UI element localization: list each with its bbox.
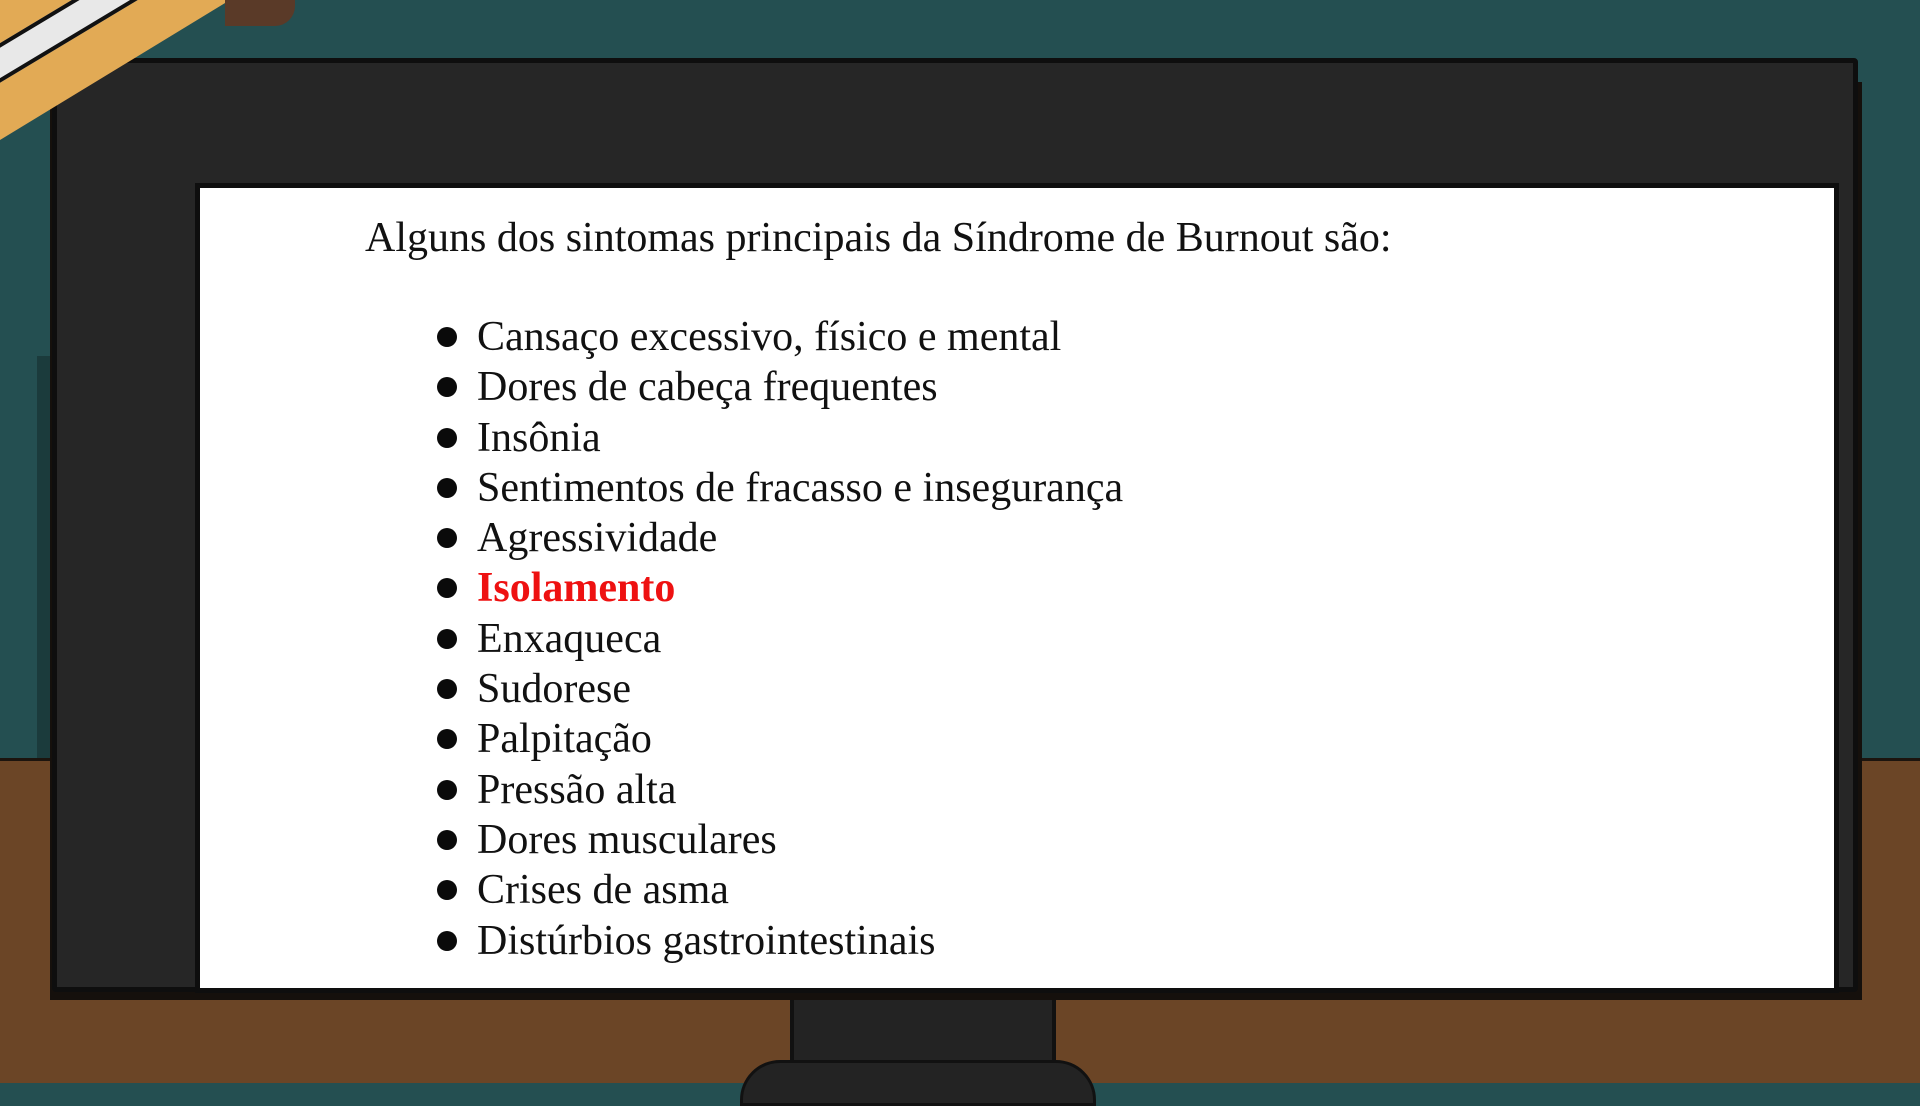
bullet-icon — [437, 528, 457, 549]
list-item-text: Crises de asma — [477, 867, 729, 914]
bullet-icon — [437, 477, 457, 498]
list-item-text: Sentimentos de fracasso e insegurança — [477, 464, 1124, 511]
list-item-text: Agressividade — [477, 515, 718, 562]
list-item: Palpitação — [437, 714, 1123, 764]
list-item-text: Pressão alta — [477, 766, 677, 813]
list-item-text: Enxaqueca — [477, 615, 662, 662]
list-item: Distúrbios gastrointestinais — [437, 916, 1123, 966]
bullet-icon — [437, 880, 457, 901]
list-item: Sentimentos de fracasso e insegurança — [437, 463, 1123, 513]
cartoon-scene: Alguns dos sintomas principais da Síndro… — [0, 0, 1920, 1106]
bullet-icon — [437, 729, 457, 750]
bullet-icon — [437, 829, 457, 850]
monitor: Alguns dos sintomas principais da Síndro… — [52, 58, 1858, 993]
bullet-icon — [437, 930, 457, 951]
wall-shadow — [37, 356, 51, 758]
list-item: Dores musculares — [437, 815, 1123, 865]
list-item: Insônia — [437, 413, 1123, 463]
bullet-icon — [437, 327, 457, 347]
monitor-screen: Alguns dos sintomas principais da Síndro… — [195, 183, 1839, 993]
list-item-text: Cansaço excessivo, físico e mental — [477, 314, 1062, 360]
list-item: Pressão alta — [437, 765, 1123, 815]
list-item: Dores de cabeça frequentes — [437, 362, 1123, 412]
list-item: Agressividade — [437, 513, 1123, 563]
bullet-icon — [437, 578, 457, 599]
list-item-text: Isolamento — [477, 565, 676, 612]
list-item-text: Distúrbios gastrointestinais — [477, 917, 936, 964]
symptom-list: Cansaço excessivo, físico e mental Dores… — [437, 312, 1123, 966]
monitor-stand-base — [740, 1060, 1096, 1106]
list-item: Enxaqueca — [437, 614, 1123, 664]
bullet-icon — [437, 779, 457, 800]
hair-corner — [225, 0, 295, 26]
bullet-icon — [437, 377, 457, 398]
slide-heading: Alguns dos sintomas principais da Síndro… — [365, 215, 1392, 261]
list-item-text: Palpitação — [477, 716, 652, 763]
bullet-icon — [437, 427, 457, 448]
list-item-text: Dores de cabeça frequentes — [477, 364, 938, 411]
list-item-text: Dores musculares — [477, 816, 777, 863]
list-item: Crises de asma — [437, 865, 1123, 915]
bullet-icon — [437, 628, 457, 649]
list-item: Isolamento — [437, 563, 1123, 613]
list-item: Sudorese — [437, 664, 1123, 714]
bullet-icon — [437, 679, 457, 700]
list-item-text: Insônia — [477, 414, 601, 461]
list-item-text: Sudorese — [477, 666, 631, 713]
list-item: Cansaço excessivo, físico e mental — [437, 312, 1123, 362]
